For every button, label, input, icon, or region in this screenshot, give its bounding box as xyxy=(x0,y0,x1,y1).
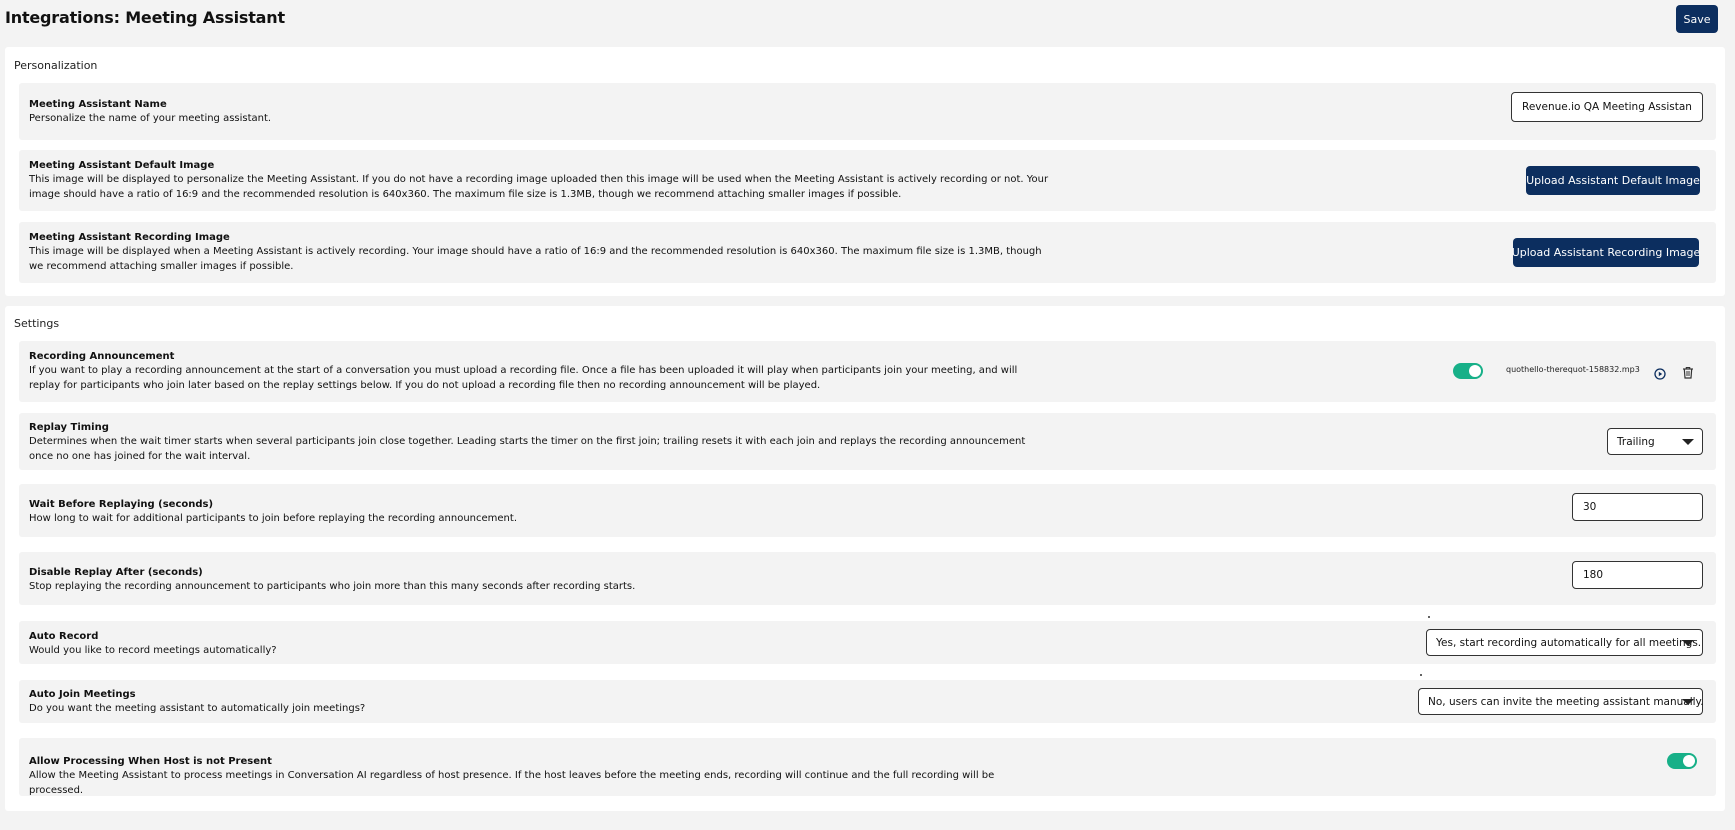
setting-description: Do you want the meeting assistant to aut… xyxy=(29,703,366,714)
disable-replay-after-input[interactable] xyxy=(1572,561,1703,589)
auto-record-select[interactable]: Yes, start recording automatically for a… xyxy=(1426,629,1703,656)
wait-before-replaying-input[interactable] xyxy=(1572,493,1703,521)
trash-icon[interactable] xyxy=(1682,364,1694,379)
save-button[interactable]: Save xyxy=(1676,5,1718,33)
setting-row-host-absent-processing: Allow Processing When Host is not Presen… xyxy=(19,738,1716,796)
setting-description: Determines when the wait timer starts wh… xyxy=(29,436,1026,462)
select-value: No, users can invite the meeting assista… xyxy=(1428,695,1704,708)
upload-default-image-button[interactable]: Upload Assistant Default Image xyxy=(1526,166,1700,195)
setting-label: Replay Timing xyxy=(29,422,109,433)
setting-label: Allow Processing When Host is not Presen… xyxy=(29,756,272,767)
chevron-down-icon xyxy=(1682,639,1694,646)
personalization-card: Personalization Meeting Assistant Name P… xyxy=(5,47,1725,296)
setting-description: How long to wait for additional particip… xyxy=(29,513,517,524)
setting-label: Meeting Assistant Default Image xyxy=(29,160,215,171)
auto-join-select[interactable]: No, users can invite the meeting assista… xyxy=(1418,688,1704,715)
setting-label: Recording Announcement xyxy=(29,351,175,362)
host-absent-processing-toggle[interactable] xyxy=(1667,753,1697,769)
setting-row-assistant-name: Meeting Assistant Name Personalize the n… xyxy=(19,83,1716,140)
select-value: Yes, start recording automatically for a… xyxy=(1436,636,1702,649)
setting-label: Wait Before Replaying (seconds) xyxy=(29,499,214,510)
page-title: Integrations: Meeting Assistant xyxy=(5,8,285,27)
upload-recording-image-button[interactable]: Upload Assistant Recording Image xyxy=(1512,238,1700,267)
chevron-down-icon xyxy=(1682,438,1694,445)
section-title-settings: Settings xyxy=(14,317,60,330)
page-header: Integrations: Meeting Assistant Save xyxy=(0,0,1735,40)
setting-row-recording-announcement: Recording Announcement If you want to pl… xyxy=(19,341,1716,402)
setting-description: Stop replaying the recording announcemen… xyxy=(29,581,636,592)
setting-label: Disable Replay After (seconds) xyxy=(29,567,203,578)
settings-card: Settings Recording Announcement If you w… xyxy=(5,306,1725,811)
play-circle-icon[interactable] xyxy=(1654,365,1666,380)
setting-row-replay-timing: Replay Timing Determines when the wait t… xyxy=(19,413,1716,470)
divider-dot xyxy=(1428,616,1430,618)
assistant-name-input[interactable] xyxy=(1511,92,1703,122)
setting-label: Auto Record xyxy=(29,631,99,642)
chevron-down-icon xyxy=(1682,698,1694,705)
setting-row-auto-record: Auto Record Would you like to record mee… xyxy=(19,621,1716,664)
setting-row-recording-image: Meeting Assistant Recording Image This i… xyxy=(19,222,1716,283)
setting-label: Auto Join Meetings xyxy=(29,689,136,700)
setting-label: Meeting Assistant Name xyxy=(29,99,167,110)
setting-description: If you want to play a recording announce… xyxy=(29,365,1018,391)
announcement-file-name: quothello-therequot-158832.mp3 xyxy=(1506,365,1640,374)
setting-description: Personalize the name of your meeting ass… xyxy=(29,113,272,124)
recording-announcement-toggle[interactable] xyxy=(1453,363,1483,379)
setting-description: This image will be displayed when a Meet… xyxy=(29,246,1042,272)
setting-row-default-image: Meeting Assistant Default Image This ima… xyxy=(19,150,1716,211)
section-title-personalization: Personalization xyxy=(14,59,98,72)
setting-description: This image will be displayed to personal… xyxy=(29,174,1049,200)
setting-description: Would you like to record meetings automa… xyxy=(29,645,277,656)
divider-dot xyxy=(1420,674,1422,676)
setting-row-wait-before-replaying: Wait Before Replaying (seconds) How long… xyxy=(19,484,1716,537)
select-value: Trailing xyxy=(1617,435,1655,448)
setting-row-auto-join: Auto Join Meetings Do you want the meeti… xyxy=(19,680,1716,723)
setting-row-disable-replay-after: Disable Replay After (seconds) Stop repl… xyxy=(19,552,1716,605)
setting-description: Allow the Meeting Assistant to process m… xyxy=(29,770,995,796)
replay-timing-select[interactable]: Trailing xyxy=(1607,428,1703,455)
setting-label: Meeting Assistant Recording Image xyxy=(29,232,230,243)
